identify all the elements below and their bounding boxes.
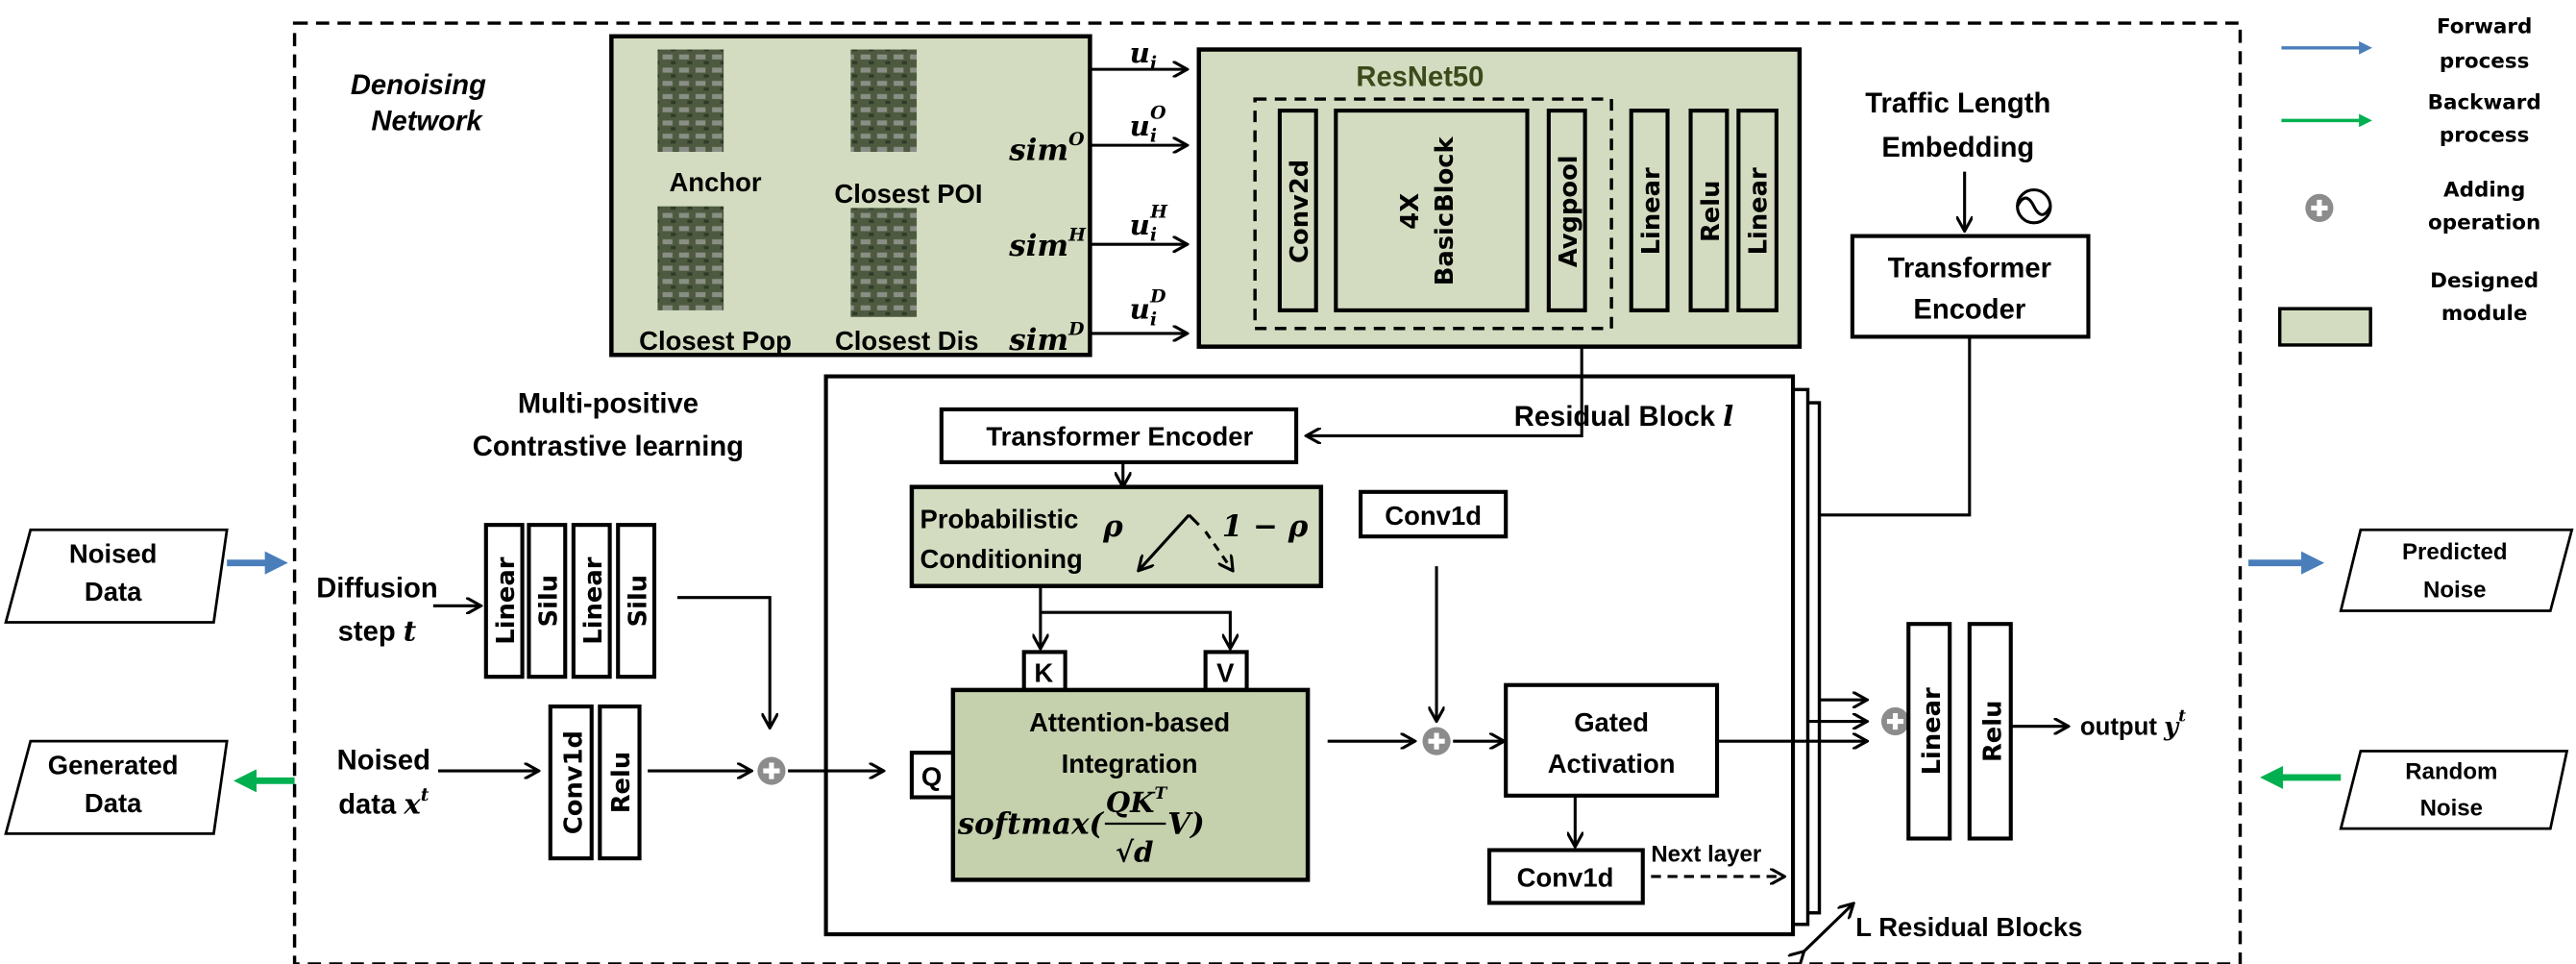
resnet50-module: ResNet50 Conv2d 4X BasicBlock Avgpool Li… — [1196, 47, 1803, 349]
diffusion-step-label: step t — [338, 614, 417, 647]
svg-text:Conv1d: Conv1d — [559, 730, 588, 834]
svg-text:softmax(: softmax( — [957, 806, 1105, 841]
closest-poi-label: Closest POI — [834, 179, 982, 209]
svg-text:Noise: Noise — [2423, 578, 2486, 604]
svg-text:process: process — [2440, 124, 2529, 148]
legend-designed-module-swatch — [2277, 307, 2372, 347]
predicted-noise-output: Predicted Noise — [2339, 528, 2574, 612]
noised-data-label: data xt — [338, 784, 429, 821]
svg-text:Relu: Relu — [607, 752, 636, 813]
svg-text:Adding: Adding — [2443, 178, 2525, 202]
embedding-u-i-d: uiD — [1130, 285, 1167, 330]
value-label: V — [1216, 657, 1235, 687]
embedding-u-i-h: uiH — [1130, 202, 1169, 246]
basicblock-count-label: 4X — [1396, 193, 1425, 230]
activation-label: Activation — [1548, 749, 1676, 779]
closest-pop-label: Closest Pop — [639, 326, 792, 356]
svg-text:Forward: Forward — [2437, 14, 2532, 38]
anchor-satellite-image — [657, 49, 724, 153]
attention-label: Attention-based — [1029, 707, 1230, 737]
conv2d-label: Conv2d — [1286, 160, 1314, 263]
traffic-embedding-title: Traffic Length — [1865, 88, 2050, 119]
svg-text:√d: √d — [1116, 836, 1154, 869]
svg-text:Noise: Noise — [2420, 795, 2483, 821]
avgpool-label: Avgpool — [1555, 155, 1583, 267]
diagram: Denoising Network Anchor Closest POI Clos… — [4, 14, 2574, 964]
generated-data-output: Generated Data — [4, 739, 229, 835]
output-relu-label: Relu — [1978, 701, 2007, 762]
contrastive-title-2: Contrastive learning — [473, 432, 744, 462]
svg-text:Data: Data — [85, 577, 142, 606]
conv1d-output-label: Conv1d — [1517, 862, 1614, 892]
residual-block-stack-2 — [1791, 387, 1810, 927]
svg-text:Linear: Linear — [579, 556, 608, 644]
traffic-encoder-label-2: Encoder — [1913, 294, 2025, 325]
noised-label: Noised — [337, 745, 430, 776]
integration-label: Integration — [1062, 749, 1198, 779]
l-residual-blocks-label: L Residual Blocks — [1855, 912, 2082, 942]
legend-adding-icon — [2305, 194, 2333, 222]
random-noise-input: Random Noise — [2339, 750, 2569, 830]
output-linear-label: Linear — [1918, 687, 1947, 775]
svg-text:Linear: Linear — [492, 556, 521, 644]
output-label: output yt — [2080, 707, 2186, 742]
resnet50-title: ResNet50 — [1356, 62, 1484, 92]
svg-text:process: process — [2440, 49, 2529, 73]
key-label: K — [1034, 657, 1053, 687]
svg-text:Predicted: Predicted — [2402, 539, 2508, 565]
anchor-label: Anchor — [669, 167, 761, 197]
adding-operation-icon — [1422, 728, 1450, 755]
svg-text:Designed: Designed — [2430, 269, 2539, 293]
noised-data-input: Noised Data — [4, 528, 229, 624]
embedding-u-i-o: uiO — [1130, 103, 1167, 147]
svg-text:operation: operation — [2428, 211, 2540, 235]
svg-text:Noised: Noised — [69, 539, 158, 569]
rho-label: ρ — [1102, 509, 1123, 544]
sine-wave-icon — [2016, 187, 2052, 225]
query-label: Q — [921, 762, 942, 792]
probabilistic-label: Probabilistic — [920, 505, 1079, 534]
relu-label: Relu — [1697, 181, 1726, 242]
closest-dis-label: Closest Dis — [835, 326, 979, 356]
svg-text:Silu: Silu — [624, 575, 652, 628]
diffusion-label: Diffusion — [316, 574, 437, 605]
adding-operation-icon — [757, 756, 785, 784]
denoising-network-label: Denoising Network — [351, 70, 486, 137]
conv1d-condition-label: Conv1d — [1385, 501, 1482, 531]
contrastive-image-module: Anchor Closest POI Closest Pop Closest D… — [609, 34, 1092, 358]
gated-label: Gated — [1574, 707, 1649, 737]
traffic-encoder-label: Transformer — [1888, 254, 2051, 284]
legend: Forward process Backward process Adding … — [2277, 14, 2541, 347]
closest-pop-satellite-image — [657, 206, 724, 310]
conditioning-label: Conditioning — [920, 544, 1083, 574]
linear-label: Linear — [1637, 167, 1666, 255]
closest-dis-satellite-image — [850, 208, 918, 317]
basicblock-label: BasicBlock — [1431, 136, 1460, 285]
next-layer-label: Next layer — [1651, 842, 1761, 868]
diffusion-mlp: Linear Silu Linear Silu — [483, 523, 657, 680]
transformer-encoder-label: Transformer Encoder — [986, 422, 1253, 452]
contrastive-title: Multi-positive — [518, 388, 699, 419]
adding-operation-icon — [1881, 707, 1909, 735]
svg-text:Backward: Backward — [2428, 90, 2541, 114]
svg-text:Data: Data — [85, 788, 142, 818]
svg-text:module: module — [2441, 302, 2528, 326]
svg-text:V): V) — [1167, 806, 1205, 841]
one-minus-rho-label: 1 − ρ — [1222, 509, 1309, 544]
svg-text:Silu: Silu — [535, 575, 564, 628]
linear-label-2: Linear — [1745, 167, 1774, 255]
residual-block-label: Residual Block l — [1514, 400, 1733, 433]
traffic-embedding-title-2: Embedding — [1881, 133, 2034, 163]
gated-activation-box — [1504, 682, 1720, 798]
noised-data-conv: Conv1d Relu — [548, 704, 642, 861]
svg-text:Generated: Generated — [48, 750, 179, 779]
svg-text:Random: Random — [2405, 759, 2497, 785]
embedding-arrows: ui uiO uiH uiD — [1090, 37, 1186, 334]
closest-poi-satellite-image — [850, 49, 918, 153]
embedding-u-i: ui — [1130, 37, 1157, 74]
